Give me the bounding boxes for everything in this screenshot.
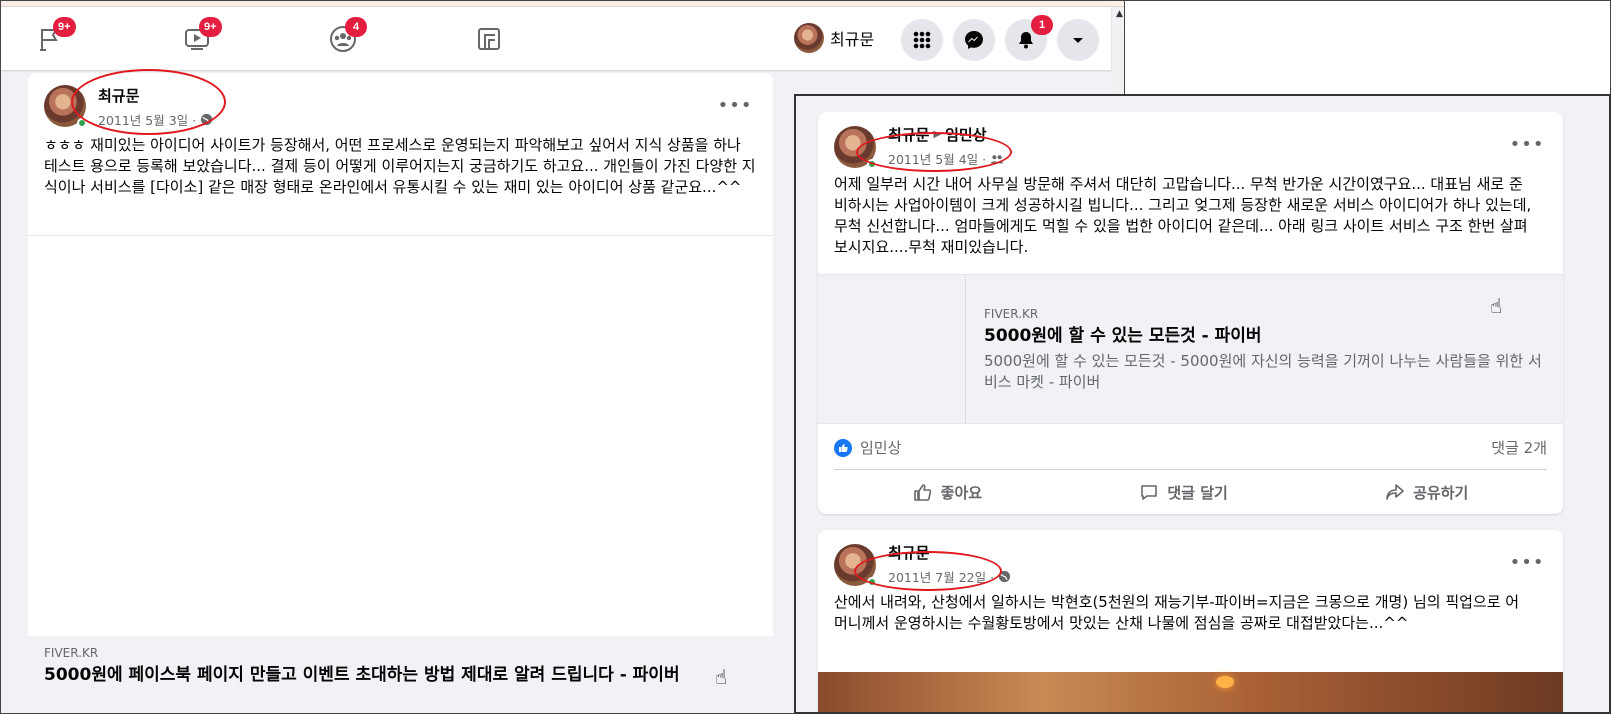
post-photo[interactable] [818, 672, 1563, 712]
post-card: 최규문 2011년 5월 3일 · ••• ㅎㅎㅎ 재미있는 아이디어 사이트가… [28, 73, 773, 713]
comment-count[interactable]: 댓글 2개 [1491, 437, 1547, 458]
link-title: 5000원에 할 수 있는 모든것 - 파이버 [984, 326, 1262, 346]
reactions-summary[interactable]: 임민상 [834, 437, 901, 458]
blank-area [1125, 0, 1611, 94]
nav-profile-button[interactable]: 최규문 [794, 21, 874, 55]
gaming-icon [478, 28, 500, 50]
nav-tab-groups[interactable]: 4 [323, 17, 367, 59]
post-date[interactable]: 2011년 5월 4일 · [888, 149, 986, 168]
messenger-icon [965, 31, 983, 49]
comment-button[interactable]: 댓글 달기 [1139, 482, 1228, 503]
author-name[interactable]: 최규문 [98, 85, 213, 106]
account-dropdown-button[interactable] [1057, 19, 1099, 61]
caret-down-icon [1073, 38, 1083, 43]
pages-badge: 9+ [53, 17, 76, 37]
link-domain: FIVER.KR [44, 646, 99, 660]
online-indicator [867, 159, 877, 169]
action-row: 좋아요 댓글 달기 공유하기 [834, 470, 1547, 514]
online-indicator [867, 577, 877, 587]
notifications-badge: 1 [1031, 15, 1053, 35]
groups-badge: 4 [345, 17, 367, 37]
target-name[interactable]: 임민상 [945, 124, 986, 145]
nav-tab-watch[interactable]: 9+ [177, 17, 222, 59]
share-icon [1386, 484, 1404, 500]
scrollbar-up-arrow[interactable]: ▲ [1116, 9, 1123, 19]
link-thumbnail [818, 275, 966, 423]
friends-icon [991, 154, 1004, 163]
nav-profile-name: 최규문 [830, 30, 875, 49]
post-author-line: 최규문 ▶ 임민상 [888, 124, 1004, 145]
post-date[interactable]: 2011년 5월 3일 · [98, 110, 196, 129]
author-avatar[interactable] [834, 544, 877, 587]
globe-icon [201, 113, 213, 126]
thumbs-up-icon [913, 484, 931, 501]
link-preview[interactable]: FIVER.KR 5000원에 할 수 있는 모든것 - 파이버 5000원에 … [818, 274, 1563, 424]
share-label: 공유하기 [1413, 483, 1469, 502]
author-name[interactable]: 최규문 [888, 124, 929, 145]
notifications-button[interactable]: 1 [1005, 15, 1053, 61]
like-reaction-icon [834, 438, 852, 457]
grid-menu-icon [913, 31, 931, 49]
like-button[interactable]: 좋아요 [913, 482, 982, 503]
share-button[interactable]: 공유하기 [1385, 482, 1468, 503]
link-domain: FIVER.KR [984, 307, 1039, 321]
link-description: 5000원에 할 수 있는 모든것 - 5000원에 자신의 능력을 기꺼이 나… [984, 352, 1542, 391]
arrow-right-icon: ▶ [933, 129, 942, 140]
author-avatar[interactable] [834, 126, 877, 169]
post-options-button[interactable]: ••• [1510, 548, 1544, 576]
post-options-button[interactable]: ••• [718, 91, 752, 119]
post-card: 최규문 ▶ 임민상 2011년 5월 4일 · ••• 어제 일부러 시간 내어… [818, 112, 1563, 514]
right-browser-window: 최규문 ▶ 임민상 2011년 5월 4일 · ••• 어제 일부러 시간 내어… [794, 94, 1611, 714]
link-preview-image[interactable] [28, 236, 773, 636]
link-preview[interactable]: FIVER.KR 5000원에 페이스북 페이지 만들고 이벤트 초대하는 방법… [28, 636, 773, 713]
author-avatar[interactable] [44, 85, 87, 128]
reaction-name: 임민상 [860, 439, 902, 457]
post-card: 최규문 2011년 7월 22일 · ••• 산에서 내려와, 산청에서 일하시… [818, 530, 1563, 712]
post-text: ㅎㅎㅎ 재미있는 아이디어 사이트가 등장해서, 어떤 프로세스로 운영되는지 … [44, 136, 756, 196]
post-meta: 2011년 5월 3일 · [98, 110, 213, 129]
nav-tab-gaming[interactable] [469, 19, 509, 59]
top-navbar: 9+ 9+ 4 최규문 1 [1, 7, 1111, 70]
post-header: 최규문 2011년 5월 3일 · ••• [28, 73, 773, 135]
photo-light [1216, 676, 1234, 688]
post-date[interactable]: 2011년 7월 22일 · [888, 567, 994, 586]
watch-badge: 9+ [199, 17, 222, 37]
globe-icon [999, 570, 1011, 583]
post-meta: 2011년 5월 4일 · [888, 149, 1004, 168]
post-meta: 2011년 7월 22일 · [888, 567, 1011, 586]
post-text: 산에서 내려와, 산청에서 일하시는 박현호(5천원의 재능기부-파이버=지금은… [834, 593, 1520, 632]
post-header: 최규문 2011년 7월 22일 · ••• [818, 530, 1563, 592]
link-title: 5000원에 페이스북 페이지 만들고 이벤트 초대하는 방법 제대로 알려 드… [44, 665, 680, 685]
post-options-button[interactable]: ••• [1510, 130, 1544, 158]
avatar [794, 23, 824, 53]
post-header: 최규문 ▶ 임민상 2011년 5월 4일 · ••• [818, 112, 1563, 174]
comment-label: 댓글 달기 [1167, 483, 1228, 502]
messenger-button[interactable] [953, 19, 995, 61]
comment-icon [1141, 485, 1158, 500]
reactions-row: 임민상 댓글 2개 [834, 426, 1547, 470]
author-name[interactable]: 최규문 [888, 542, 1011, 563]
menu-button[interactable] [901, 19, 943, 61]
post-text: 어제 일부러 시간 내어 사무실 방문해 주셔서 대단히 고맙습니다... 무척… [834, 175, 1532, 256]
nav-tab-pages[interactable]: 9+ [31, 17, 76, 59]
hand-cursor-icon: ☝ [1490, 294, 1503, 318]
like-label: 좋아요 [940, 483, 983, 502]
hand-cursor-icon: ☝ [715, 665, 728, 689]
online-indicator [77, 118, 87, 128]
